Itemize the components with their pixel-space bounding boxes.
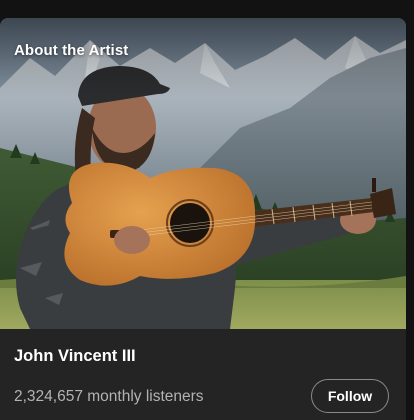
artist-photo[interactable] (0, 18, 406, 329)
about-artist-card[interactable]: About the Artist John Vincent III 2,324,… (0, 18, 406, 420)
artist-name[interactable]: John Vincent III (14, 347, 136, 366)
follow-button[interactable]: Follow (311, 379, 389, 413)
section-title: About the Artist (14, 42, 129, 59)
monthly-listeners: 2,324,657 monthly listeners (14, 388, 204, 405)
